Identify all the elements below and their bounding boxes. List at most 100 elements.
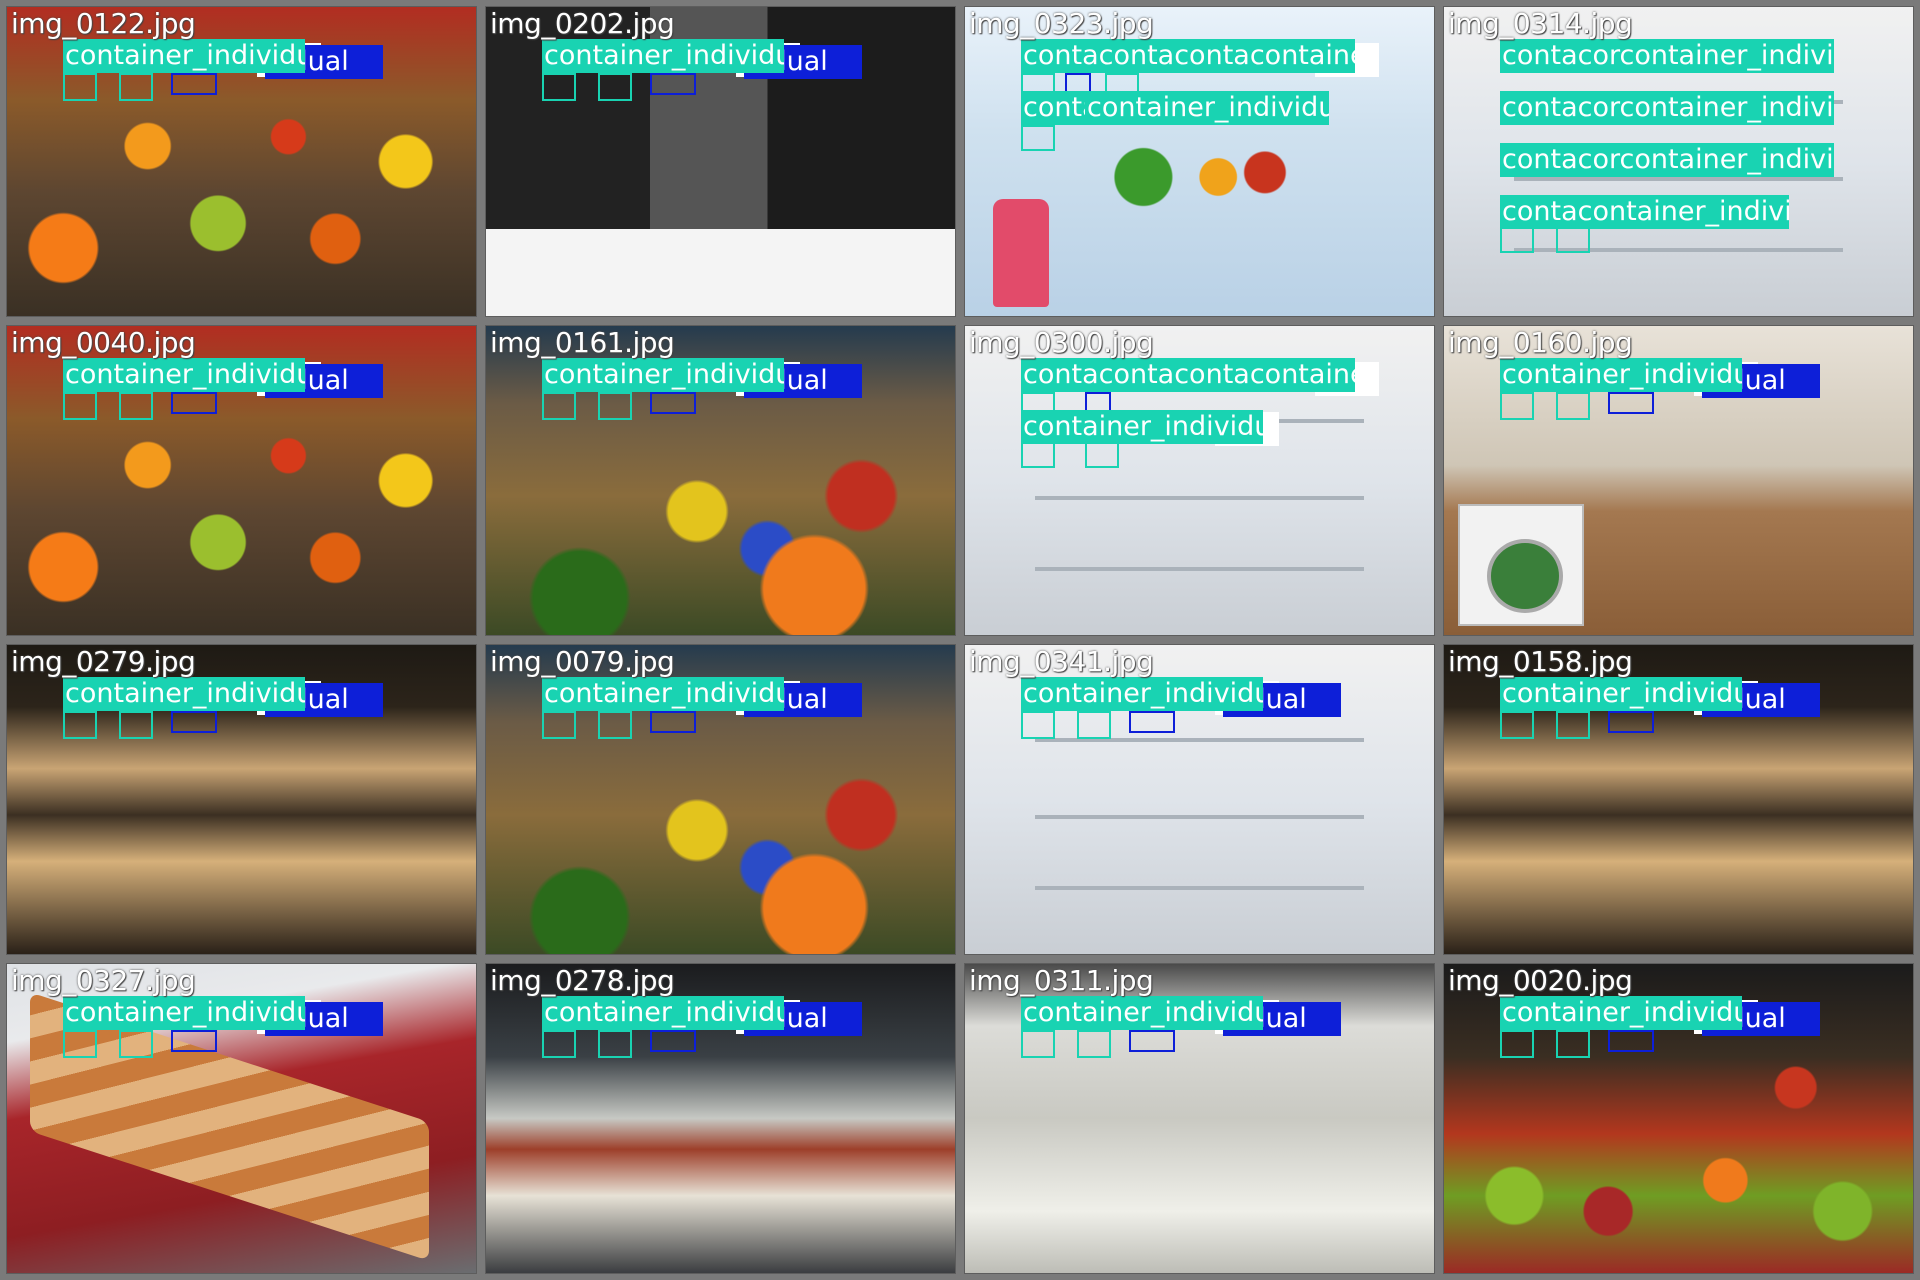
image-filename: img_0341.jpg bbox=[969, 645, 1154, 678]
detection-box bbox=[1021, 442, 1055, 468]
image-tile[interactable]: img_0314.jpgcontacorcontainer_individual… bbox=[1443, 6, 1914, 317]
detection-box bbox=[542, 73, 576, 101]
detection-label: contacontacontacontainer_individua bbox=[1021, 358, 1355, 392]
detection-box bbox=[542, 392, 576, 420]
detection-label: container_individual bbox=[63, 996, 305, 1030]
detection-label: container_individual bbox=[63, 39, 305, 73]
detection-box bbox=[1021, 711, 1055, 739]
image-tile[interactable]: img_0122.jpgalvidualcontainer_individual bbox=[6, 6, 477, 317]
counter-floor bbox=[486, 229, 955, 316]
image-tile[interactable]: img_0160.jpgalvidualcontainer_individual bbox=[1443, 325, 1914, 636]
detection-label: contacontainer_individual bbox=[1500, 195, 1789, 229]
detection-label: container_individual bbox=[542, 677, 784, 711]
detection-label: container_individual bbox=[542, 39, 784, 73]
image-filename: img_0279.jpg bbox=[11, 645, 196, 678]
detection-box bbox=[598, 73, 632, 101]
image-tile[interactable]: img_0323.jpgalcontacontacontacontainer_i… bbox=[964, 6, 1435, 317]
detection-label: container_individual bbox=[1085, 91, 1329, 125]
detection-box bbox=[1077, 711, 1111, 739]
detection-label: container_individual bbox=[63, 358, 305, 392]
washing-machine bbox=[1458, 504, 1584, 626]
fridge-shelf bbox=[1514, 176, 1843, 181]
image-tile[interactable]: img_0040.jpgalvidualcontainer_individual bbox=[6, 325, 477, 636]
detection-box bbox=[1021, 1030, 1055, 1058]
detection-box bbox=[1077, 1030, 1111, 1058]
image-tile[interactable]: img_0202.jpgalvidualcontainer_individual bbox=[485, 6, 956, 317]
detection-box bbox=[171, 711, 217, 733]
detection-label: container_individual bbox=[542, 358, 784, 392]
image-tile[interactable]: img_0158.jpgalvidualcontainer_individual bbox=[1443, 644, 1914, 955]
detection-box bbox=[63, 392, 97, 420]
detection-box bbox=[1500, 392, 1534, 420]
image-tile[interactable]: img_0079.jpgalvidualcontainer_individual bbox=[485, 644, 956, 955]
detection-box bbox=[171, 1030, 217, 1052]
detection-box bbox=[171, 392, 217, 414]
image-filename: img_0122.jpg bbox=[11, 7, 196, 40]
detection-label: container_individual bbox=[542, 996, 784, 1030]
image-tile[interactable]: img_0300.jpgalcontacontacontacontainer_i… bbox=[964, 325, 1435, 636]
detection-box bbox=[598, 1030, 632, 1058]
image-tile[interactable]: img_0278.jpgalvidualcontainer_individual bbox=[485, 963, 956, 1274]
detection-box bbox=[1129, 711, 1175, 733]
detection-box bbox=[63, 711, 97, 739]
image-filename: img_0020.jpg bbox=[1448, 964, 1633, 997]
fridge-shelf bbox=[1035, 886, 1364, 891]
image-filename: img_0314.jpg bbox=[1448, 7, 1633, 40]
detection-box bbox=[1608, 392, 1654, 414]
detection-label: contacontacontacontainer_individua bbox=[1021, 39, 1355, 73]
bottle bbox=[993, 198, 1050, 307]
detection-label: contacorcontainer_individual bbox=[1500, 91, 1834, 125]
detection-box bbox=[119, 392, 153, 420]
detection-label: contacorcontainer_individual bbox=[1500, 143, 1834, 177]
detection-box bbox=[598, 711, 632, 739]
detection-box bbox=[598, 392, 632, 420]
image-filename: img_0300.jpg bbox=[969, 326, 1154, 359]
detection-box bbox=[650, 73, 696, 95]
detection-label: contacorcontainer_individual bbox=[1500, 39, 1834, 73]
detection-box bbox=[1608, 711, 1654, 733]
detection-label: container_individual bbox=[63, 677, 305, 711]
detection-box bbox=[542, 1030, 576, 1058]
detection-box bbox=[171, 73, 217, 95]
detection-box bbox=[542, 711, 576, 739]
detection-box bbox=[119, 1030, 153, 1058]
detection-box bbox=[1556, 392, 1590, 420]
detection-label: container_individual bbox=[1021, 677, 1263, 711]
detection-box bbox=[1556, 1030, 1590, 1058]
fridge-shelf bbox=[1035, 495, 1364, 500]
detection-box bbox=[650, 1030, 696, 1052]
image-filename: img_0040.jpg bbox=[11, 326, 196, 359]
image-filename: img_0158.jpg bbox=[1448, 645, 1633, 678]
detection-box bbox=[1556, 227, 1590, 253]
image-tile[interactable]: img_0341.jpgalvidualcontainer_individual bbox=[964, 644, 1435, 955]
image-filename: img_0079.jpg bbox=[490, 645, 675, 678]
detection-box bbox=[63, 73, 97, 101]
detection-box bbox=[1021, 125, 1055, 151]
detection-box bbox=[650, 392, 696, 414]
detection-box bbox=[1500, 227, 1534, 253]
detection-box bbox=[1129, 1030, 1175, 1052]
detection-box bbox=[1608, 1030, 1654, 1052]
image-filename: img_0323.jpg bbox=[969, 7, 1154, 40]
detection-box bbox=[119, 711, 153, 739]
detection-label: container_individual bbox=[1500, 358, 1742, 392]
image-filename: img_0327.jpg bbox=[11, 964, 196, 997]
detection-box bbox=[650, 711, 696, 733]
image-grid: img_0122.jpgalvidualcontainer_individual… bbox=[0, 0, 1920, 1280]
image-filename: img_0161.jpg bbox=[490, 326, 675, 359]
detection-label: container_individual bbox=[1021, 410, 1263, 444]
image-tile[interactable]: img_0279.jpgalvidualcontainer_individual bbox=[6, 644, 477, 955]
image-filename: img_0311.jpg bbox=[969, 964, 1154, 997]
detection-box bbox=[1556, 711, 1590, 739]
fridge-shelf bbox=[1035, 814, 1364, 819]
image-tile[interactable]: img_0161.jpgalvidualcontainer_individual bbox=[485, 325, 956, 636]
image-tile[interactable]: img_0327.jpgalvidualcontainer_individual bbox=[6, 963, 477, 1274]
detection-box bbox=[63, 1030, 97, 1058]
image-filename: img_0278.jpg bbox=[490, 964, 675, 997]
image-tile[interactable]: img_0311.jpgalvidualcontainer_individual bbox=[964, 963, 1435, 1274]
detection-label: container_individual bbox=[1500, 677, 1742, 711]
image-filename: img_0202.jpg bbox=[490, 7, 675, 40]
image-tile[interactable]: img_0020.jpgalvidualcontainer_individual bbox=[1443, 963, 1914, 1274]
detection-box bbox=[1085, 442, 1119, 468]
detection-label: container_individual bbox=[1500, 996, 1742, 1030]
